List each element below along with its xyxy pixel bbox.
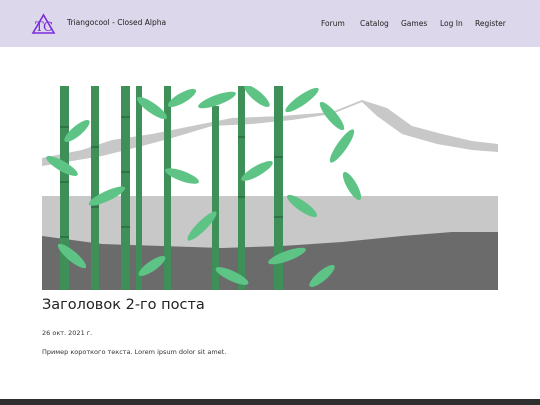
nav-register[interactable]: Register <box>475 19 506 28</box>
footer-bar <box>0 399 540 405</box>
brand-name[interactable]: Triangocool - Closed Alpha <box>67 18 166 27</box>
nav-catalog[interactable]: Catalog <box>360 19 389 28</box>
post-date: 26 окт. 2021 г. <box>42 329 93 337</box>
top-navbar: T C Triangocool - Closed Alpha Forum Cat… <box>0 0 540 47</box>
bamboo-illustration <box>42 86 498 290</box>
nav-forum[interactable]: Forum <box>321 19 345 28</box>
post-excerpt: Пример короткого текста. Lorem ipsum dol… <box>42 348 227 356</box>
triangocool-logo-icon[interactable]: T C <box>31 12 56 36</box>
svg-text:C: C <box>43 20 53 35</box>
post-title[interactable]: Заголовок 2-го поста <box>42 297 205 313</box>
nav-login[interactable]: Log In <box>440 19 463 28</box>
nav-games[interactable]: Games <box>401 19 427 28</box>
post-cover-image[interactable] <box>42 86 498 290</box>
